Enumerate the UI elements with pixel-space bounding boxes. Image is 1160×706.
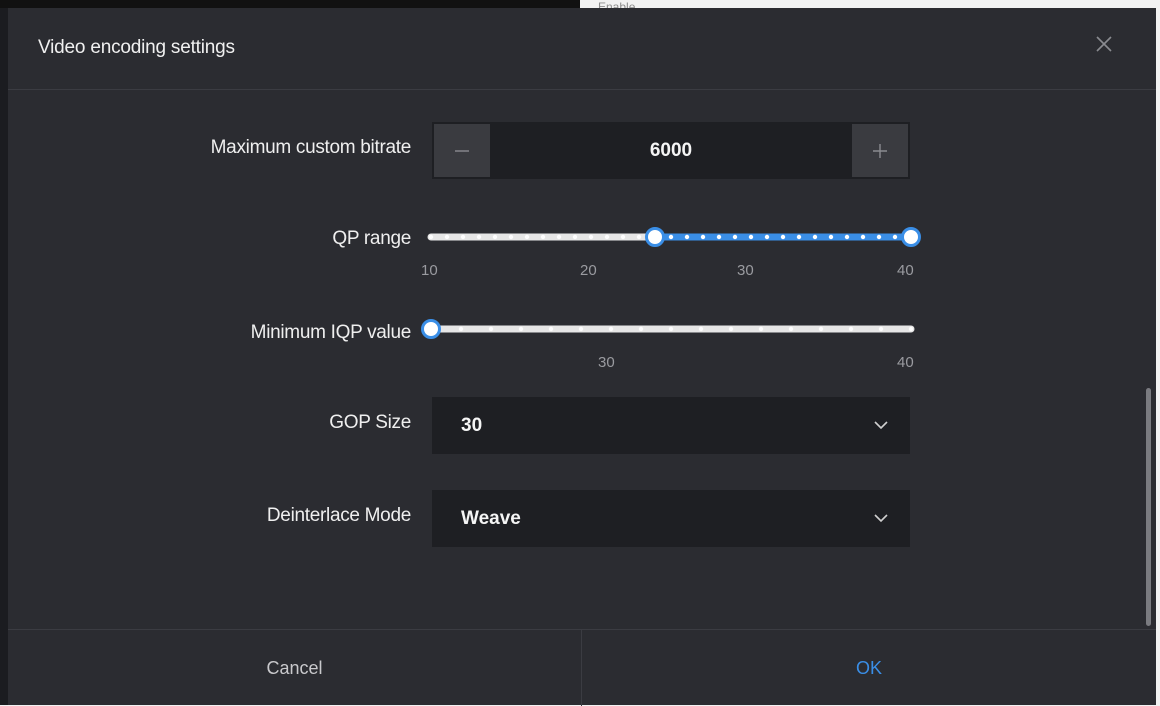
slider-step-dot: [684, 234, 690, 240]
slider-step-dot: [732, 234, 738, 240]
qp-tick-label: 30: [737, 262, 754, 279]
page-backdrop-bar: [0, 0, 580, 8]
iqp-tick-label: 40: [897, 354, 914, 371]
chevron-down-icon: [874, 514, 888, 523]
qp-tick-label: 20: [580, 262, 597, 279]
slider-step-dot: [588, 234, 594, 240]
slider-step-dot: [860, 234, 866, 240]
slider-step-dot: [608, 326, 614, 332]
slider-step-dot: [812, 234, 818, 240]
page-backdrop: [0, 0, 8, 705]
slider-step-dot: [748, 234, 754, 240]
scrollbar[interactable]: [1144, 92, 1154, 627]
close-icon[interactable]: [1094, 34, 1114, 54]
slider-step-dot: [444, 234, 450, 240]
slider-step-dot: [488, 326, 494, 332]
gop-size-value: 30: [461, 415, 483, 436]
slider-step-dot: [876, 234, 882, 240]
min-iqp-label: Minimum IQP value: [250, 322, 412, 343]
slider-step-dot: [668, 326, 674, 332]
slider-step-dot: [518, 326, 524, 332]
cancel-button[interactable]: Cancel: [8, 630, 581, 706]
slider-step-dot: [728, 326, 734, 332]
qp-range-slider[interactable]: [426, 225, 921, 249]
slider-step-dot: [844, 234, 850, 240]
slider-step-dot: [460, 234, 466, 240]
dialog-header: Video encoding settings: [8, 8, 1156, 90]
chevron-down-icon: [874, 421, 888, 430]
slider-step-dot: [524, 234, 530, 240]
slider-step-dot: [758, 326, 764, 332]
slider-step-dot: [892, 234, 898, 240]
deinterlace-mode-value: Weave: [461, 508, 521, 529]
slider-step-dot: [796, 234, 802, 240]
deinterlace-mode-label: Deinterlace Mode: [266, 505, 411, 526]
slider-step-dot: [548, 326, 554, 332]
minus-icon: [455, 149, 469, 152]
ok-button[interactable]: OK: [582, 630, 1156, 706]
gop-size-label: GOP Size: [329, 412, 411, 433]
slider-step-dot: [848, 326, 854, 332]
iqp-tick-label: 30: [598, 354, 615, 371]
slider-step-dot: [636, 234, 642, 240]
slider-handle: [421, 319, 441, 339]
slider-step-dot: [780, 234, 786, 240]
max-bitrate-stepper: 6000: [432, 122, 910, 179]
slider-step-dot: [828, 234, 834, 240]
slider-step-dot: [458, 326, 464, 332]
max-bitrate-value[interactable]: 6000: [492, 122, 850, 179]
slider-handle: [901, 227, 921, 247]
slider-step-dot: [572, 234, 578, 240]
slider-step-dot: [764, 234, 770, 240]
qp-tick-label: 40: [897, 262, 914, 279]
slider-step-dot: [476, 234, 482, 240]
increment-button[interactable]: [852, 124, 908, 177]
min-iqp-slider[interactable]: [421, 317, 916, 341]
slider-step-dot: [908, 326, 914, 332]
decrement-button[interactable]: [434, 124, 490, 177]
slider-step-dot: [428, 234, 434, 240]
slider-step-dot: [788, 326, 794, 332]
slider-step-dot: [492, 234, 498, 240]
backdrop-text: Enable: [598, 0, 636, 8]
slider-step-dot: [556, 234, 562, 240]
slider-step-dot: [508, 234, 514, 240]
dialog-footer: Cancel OK: [8, 629, 1156, 706]
plus-icon: [873, 143, 887, 158]
video-encoding-dialog: Video encoding settings Maximum custom b…: [8, 8, 1156, 706]
slider-step-dot: [620, 234, 626, 240]
scrollbar-thumb[interactable]: [1146, 388, 1151, 626]
slider-step-dot: [668, 234, 674, 240]
slider-step-dot: [818, 326, 824, 332]
slider-handle: [645, 227, 665, 247]
slider-step-dot: [716, 234, 722, 240]
slider-step-dot: [878, 326, 884, 332]
slider-step-dot: [604, 234, 610, 240]
max-bitrate-label: Maximum custom bitrate: [210, 137, 412, 158]
deinterlace-mode-select[interactable]: Weave: [432, 490, 910, 547]
slider-step-dot: [540, 234, 546, 240]
qp-tick-label: 10: [421, 262, 438, 279]
slider-step-dot: [700, 234, 706, 240]
gop-size-select[interactable]: 30: [432, 397, 910, 454]
slider-step-dot: [698, 326, 704, 332]
dialog-title: Video encoding settings: [38, 37, 235, 58]
qp-range-label: QP range: [332, 228, 411, 249]
slider-step-dot: [578, 326, 584, 332]
slider-step-dot: [638, 326, 644, 332]
